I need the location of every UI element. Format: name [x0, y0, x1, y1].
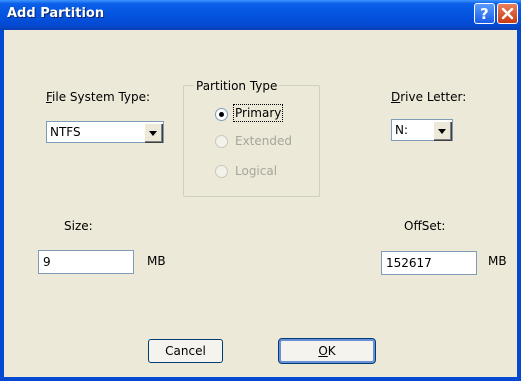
partition-type-title: Partition Type: [194, 79, 280, 93]
radio-primary-label[interactable]: Primary: [232, 104, 284, 122]
radio-selected-dot: [219, 112, 224, 117]
radio-logical-label: Logical: [235, 164, 278, 178]
radio-logical: [215, 165, 228, 178]
close-icon: [501, 7, 514, 20]
window-frame-left: [0, 30, 4, 381]
drive-letter-select[interactable]: N:: [391, 119, 453, 141]
help-icon: ?: [480, 5, 489, 23]
offset-value: 152617: [386, 256, 432, 270]
size-unit: MB: [147, 254, 166, 268]
window-frame-bottom: [0, 377, 521, 381]
file-system-type-select[interactable]: NTFS: [46, 121, 164, 143]
radio-primary[interactable]: [215, 108, 228, 121]
offset-unit: MB: [488, 254, 507, 268]
help-button[interactable]: ?: [474, 3, 495, 24]
size-label: Size:: [64, 219, 93, 233]
size-input[interactable]: 9: [38, 250, 134, 274]
drive-letter-value: N:: [395, 123, 409, 137]
chevron-down-icon[interactable]: [433, 121, 451, 140]
close-button[interactable]: [497, 3, 518, 24]
file-system-type-value: NTFS: [50, 125, 81, 139]
title-bar[interactable]: Add Partition ?: [0, 0, 521, 30]
offset-label: OffSet:: [404, 219, 446, 233]
window-frame-right: [517, 30, 521, 381]
chevron-down-icon[interactable]: [144, 123, 162, 142]
radio-extended-label: Extended: [235, 134, 292, 148]
cancel-button[interactable]: Cancel: [148, 339, 223, 363]
size-value: 9: [43, 255, 51, 269]
add-partition-dialog: Add Partition ? File System Type: NTFS P…: [0, 0, 521, 381]
ok-button[interactable]: OK: [278, 338, 376, 364]
window-title: Add Partition: [7, 6, 105, 21]
radio-extended: [215, 135, 228, 148]
svg-text:?: ?: [480, 5, 489, 23]
offset-input[interactable]: 152617: [381, 251, 477, 275]
drive-letter-label: Drive Letter:: [391, 90, 467, 104]
file-system-type-label: File System Type:: [46, 90, 151, 104]
